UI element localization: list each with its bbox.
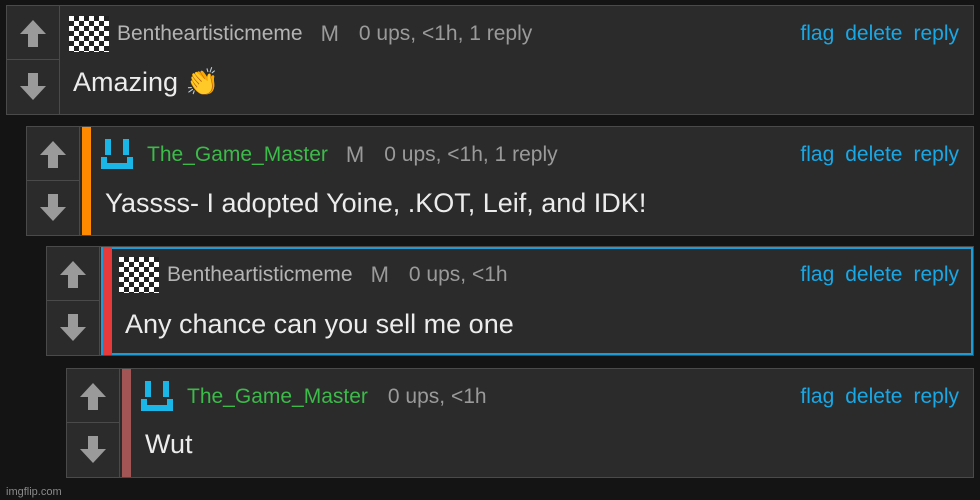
username-link[interactable]: The_Game_Master: [187, 385, 368, 409]
comment-text: Any chance can you sell me one: [125, 309, 514, 339]
upvote-button[interactable]: [27, 127, 79, 181]
comment-actions: flag delete reply: [789, 379, 959, 415]
watermark: imgflip.com: [6, 486, 62, 498]
username-link[interactable]: The_Game_Master: [147, 143, 328, 167]
arrow-up-icon: [20, 19, 46, 47]
comment-header: Bentheartisticmeme M 0 ups, <1h, 1 reply: [69, 16, 532, 52]
comment-2: The_Game_Master M 0 ups, <1h, 1 reply fl…: [26, 126, 974, 236]
comment-header: The_Game_Master M 0 ups, <1h, 1 reply: [99, 137, 558, 173]
comment-header: The_Game_Master 0 ups, <1h: [139, 379, 487, 415]
mod-badge: M: [320, 21, 339, 46]
mod-badge: M: [370, 262, 389, 287]
comment-meta: 0 ups, <1h, 1 reply: [358, 22, 533, 45]
vote-column: [27, 127, 80, 235]
downvote-button[interactable]: [47, 301, 99, 355]
cyan-face-avatar-icon[interactable]: [139, 379, 179, 415]
upvote-button[interactable]: [47, 247, 99, 301]
arrow-down-icon: [40, 194, 66, 221]
comment-text: Yassss- I adopted Yoine, .KOT, Leif, and…: [105, 188, 647, 218]
checkerboard-avatar-icon[interactable]: [69, 16, 109, 52]
flag-link[interactable]: flag: [800, 143, 834, 167]
delete-link[interactable]: delete: [845, 143, 902, 167]
comment-header: Bentheartisticmeme M 0 ups, <1h: [119, 257, 508, 293]
thread-stripe: [103, 247, 112, 355]
reply-link[interactable]: reply: [913, 385, 959, 409]
comment-text: Wut: [145, 429, 193, 459]
arrow-up-icon: [40, 140, 66, 168]
arrow-up-icon: [80, 382, 106, 410]
downvote-button[interactable]: [7, 60, 59, 114]
arrow-down-icon: [60, 314, 86, 341]
vote-column: [7, 6, 60, 114]
reply-link[interactable]: reply: [913, 143, 959, 167]
arrow-down-icon: [20, 73, 46, 100]
comment-meta: 0 ups, <1h: [387, 385, 487, 408]
checkerboard-avatar-icon[interactable]: [119, 257, 159, 293]
comment-4: The_Game_Master 0 ups, <1h flag delete r…: [66, 368, 974, 478]
comment-text: Amazing 👏: [73, 67, 220, 97]
delete-link[interactable]: delete: [845, 263, 902, 287]
downvote-button[interactable]: [67, 423, 119, 477]
comment-3: Bentheartisticmeme M 0 ups, <1h flag del…: [46, 246, 974, 356]
username-link[interactable]: Bentheartisticmeme: [167, 263, 353, 287]
comment-1: Bentheartisticmeme M 0 ups, <1h, 1 reply…: [6, 5, 974, 115]
mod-badge: M: [345, 142, 365, 167]
cyan-face-avatar-icon[interactable]: [99, 137, 139, 173]
username-link[interactable]: Bentheartisticmeme: [117, 22, 303, 46]
comment-meta: 0 ups, <1h: [408, 263, 508, 286]
downvote-button[interactable]: [27, 181, 79, 235]
vote-column: [67, 369, 120, 477]
thread-stripe: [122, 369, 131, 477]
arrow-down-icon: [80, 436, 106, 463]
delete-link[interactable]: delete: [845, 22, 902, 46]
reply-link[interactable]: reply: [913, 22, 959, 46]
comment-meta: 0 ups, <1h, 1 reply: [384, 143, 558, 166]
thread-stripe: [82, 127, 91, 235]
comment-actions: flag delete reply: [789, 16, 959, 52]
upvote-button[interactable]: [7, 6, 59, 60]
vote-column: [47, 247, 100, 355]
arrow-up-icon: [60, 260, 86, 288]
flag-link[interactable]: flag: [800, 22, 834, 46]
reply-link[interactable]: reply: [913, 263, 959, 287]
flag-link[interactable]: flag: [800, 385, 834, 409]
comment-actions: flag delete reply: [789, 137, 959, 173]
comment-actions: flag delete reply: [789, 257, 959, 293]
upvote-button[interactable]: [67, 369, 119, 423]
flag-link[interactable]: flag: [800, 263, 834, 287]
delete-link[interactable]: delete: [845, 385, 902, 409]
